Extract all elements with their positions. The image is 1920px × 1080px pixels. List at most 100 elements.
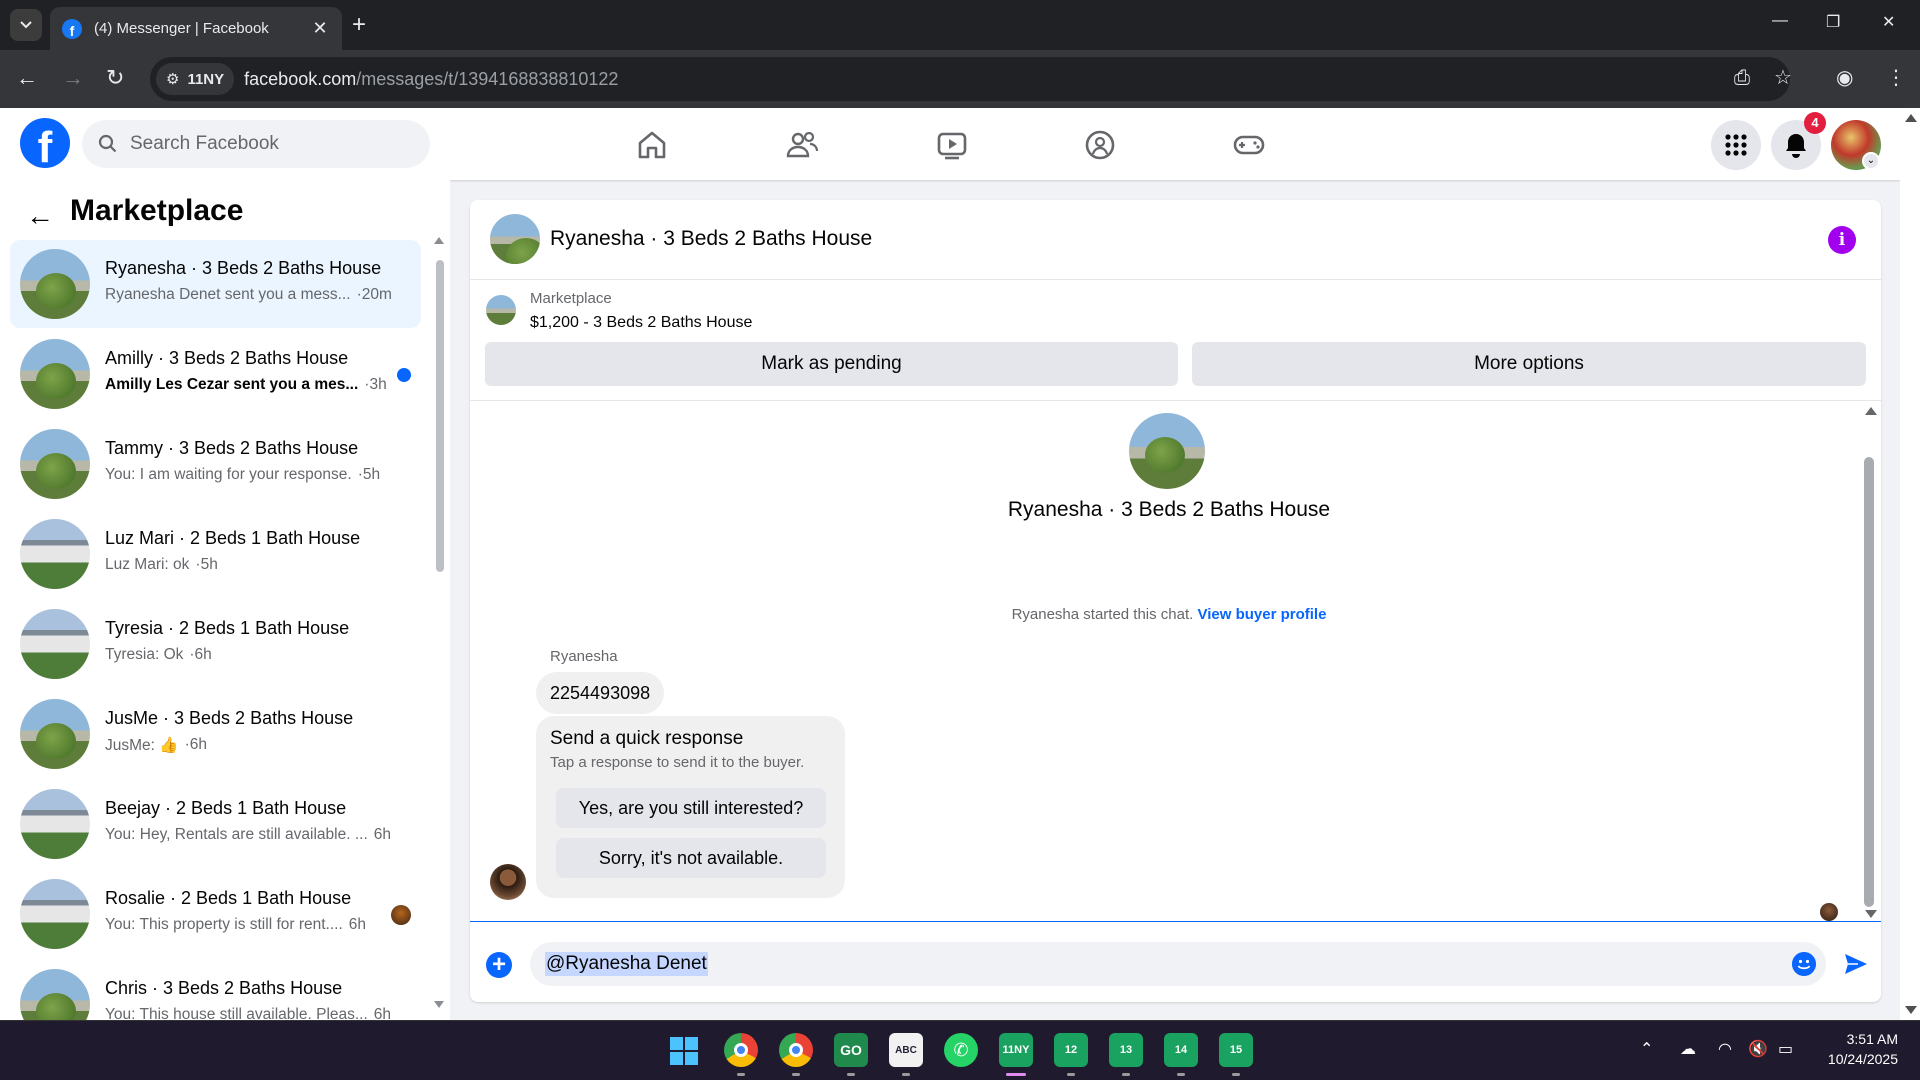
conversation-name: Amilly · 3 Beds 2 Baths House	[105, 348, 349, 368]
back-arrow-icon[interactable]: ←	[26, 200, 54, 232]
proxy-app-icon[interactable]: ABC	[889, 1033, 923, 1067]
snippet-text: JusMe: 👍	[105, 737, 179, 754]
active-app-indicator	[1006, 1073, 1026, 1076]
bookmark-star-icon[interactable]: ☆	[1774, 66, 1792, 90]
conversation-item[interactable]: Beejay · 2 Beds 1 Bath House You: Hey, R…	[10, 780, 421, 868]
chrome-profile-icon[interactable]	[779, 1033, 813, 1067]
page-scrollbar[interactable]	[1900, 108, 1920, 1020]
tray-overflow-chevron-icon[interactable]: ⌃	[1640, 1039, 1653, 1059]
conversation-item[interactable]: Chris · 3 Beds 2 Baths House You: This h…	[10, 960, 421, 1020]
chat-avatar[interactable]	[490, 214, 540, 264]
marketplace-sidebar: ← Marketplace Ryanesha · 3 Beds 2 Baths …	[0, 180, 450, 1020]
clock-date[interactable]: 10/24/2025	[1808, 1051, 1898, 1067]
browser-tab-bar: f (4) Messenger | Facebook ✕ + — ❐ ✕	[0, 0, 1920, 50]
restore-icon[interactable]: ❐	[1826, 12, 1840, 32]
home-icon[interactable]	[635, 128, 669, 162]
snippet-time: ·6h	[189, 646, 212, 663]
video-icon[interactable]	[935, 128, 969, 162]
conversation-avatar	[20, 519, 90, 589]
menu-grid-button[interactable]	[1711, 120, 1761, 170]
wifi-icon[interactable]: ◠	[1718, 1039, 1732, 1059]
conversation-item[interactable]: Ryanesha · 3 Beds 2 Baths House Ryanesha…	[10, 240, 421, 328]
site-info-chip[interactable]: ⚙ 11NY	[156, 63, 235, 95]
close-window-icon[interactable]: ✕	[1882, 12, 1895, 32]
windows-start-icon[interactable]	[669, 1036, 699, 1066]
conversation-item[interactable]: Rosalie · 2 Beds 1 Bath House You: This …	[10, 870, 421, 958]
address-bar[interactable]: ⚙ 11NY facebook.com/messages/t/139416883…	[150, 57, 1790, 101]
account-caret-icon[interactable]: ⌄	[1862, 152, 1880, 170]
gologin-icon[interactable]: GO	[834, 1033, 868, 1067]
taskbar-app-12[interactable]: 12	[1054, 1033, 1088, 1067]
chat-panel: Ryanesha · 3 Beds 2 Baths House i Market…	[470, 200, 1881, 1002]
forward-icon[interactable]: →	[62, 66, 84, 90]
conversation-name: Tammy · 3 Beds 2 Baths House	[105, 438, 359, 458]
facebook-header: f Search Facebook ⌄	[0, 108, 1900, 180]
whatsapp-icon[interactable]: ✆	[944, 1033, 978, 1067]
chrome-icon[interactable]	[724, 1033, 758, 1067]
minimize-icon[interactable]: —	[1772, 12, 1788, 30]
friends-icon[interactable]	[785, 128, 819, 162]
tab-title: (4) Messenger | Facebook	[94, 20, 269, 37]
conversation-avatar	[20, 609, 90, 679]
conversation-name: Chris · 3 Beds 2 Baths House	[105, 978, 343, 998]
conversation-snippet: You: This property is still for rent....…	[105, 916, 366, 934]
quick-response-interested-button[interactable]: Yes, are you still interested?	[556, 788, 826, 828]
conversation-snippet: You: I am waiting for your response. ·5h	[105, 466, 380, 484]
scroll-down-arrow-icon[interactable]	[1865, 910, 1877, 918]
more-options-button[interactable]: More options	[1192, 342, 1866, 386]
thread-scroll-thumb[interactable]	[1864, 457, 1874, 907]
sidebar-scroll-thumb[interactable]	[436, 260, 444, 572]
snippet-text: Ryanesha Denet sent you a mess...	[105, 286, 351, 303]
conversation-name: Ryanesha · 3 Beds 2 Baths House	[105, 258, 382, 278]
conversation-item[interactable]: Amilly · 3 Beds 2 Baths House Amilly Les…	[10, 330, 421, 418]
conversation-item[interactable]: JusMe · 3 Beds 2 Baths House JusMe: 👍 ·6h	[10, 690, 421, 778]
conversation-item[interactable]: Tyresia · 2 Beds 1 Bath House Tyresia: O…	[10, 600, 421, 688]
onedrive-icon[interactable]: ☁	[1680, 1039, 1696, 1059]
taskbar-app-15[interactable]: 15	[1219, 1033, 1253, 1067]
profile-icon[interactable]: ◉	[1836, 66, 1853, 90]
message-input[interactable]	[530, 942, 1826, 986]
snippet-time: 6h	[373, 1006, 392, 1020]
taskbar-app-13[interactable]: 13	[1109, 1033, 1143, 1067]
close-tab-icon[interactable]: ✕	[310, 18, 330, 39]
conversation-avatar	[20, 249, 90, 319]
gaming-icon[interactable]	[1232, 128, 1266, 162]
message-thread: Ryanesha · 3 Beds 2 Baths House Ryanesha…	[470, 402, 1881, 922]
search-input[interactable]: Search Facebook	[82, 120, 430, 168]
clock-time[interactable]: 3:51 AM	[1818, 1031, 1898, 1047]
listing-thumbnail[interactable]	[486, 295, 516, 325]
tab-search-button[interactable]	[10, 9, 42, 41]
url-text[interactable]: facebook.com/messages/t/1394168838810122	[244, 69, 618, 90]
plus-icon[interactable]: +	[486, 952, 512, 978]
taskbar-app-11ny[interactable]: 11NY	[999, 1033, 1033, 1067]
send-icon[interactable]	[1842, 950, 1870, 978]
snippet-time: ·3h	[364, 376, 387, 393]
scroll-up-arrow-icon[interactable]	[1865, 407, 1877, 415]
facebook-logo-icon[interactable]: f	[20, 118, 70, 168]
mark-as-pending-button[interactable]: Mark as pending	[485, 342, 1178, 386]
snippet-time: ·20m	[356, 286, 392, 303]
battery-icon[interactable]: ▭	[1778, 1039, 1793, 1059]
url-path: /messages/t/1394168838810122	[356, 68, 619, 89]
new-tab-button[interactable]: +	[352, 12, 366, 38]
volume-muted-icon[interactable]: 🔇	[1748, 1039, 1768, 1059]
message-bubble[interactable]: 2254493098	[536, 672, 665, 714]
view-buyer-profile-link[interactable]: View buyer profile	[1198, 606, 1327, 623]
taskbar-app-14[interactable]: 14	[1164, 1033, 1198, 1067]
emoji-icon[interactable]	[1792, 952, 1816, 976]
conversation-snippet: Tyresia: Ok ·6h	[105, 646, 212, 664]
bell-icon	[1786, 134, 1806, 158]
conversation-name: JusMe · 3 Beds 2 Baths House	[105, 708, 354, 728]
browser-tab[interactable]: f (4) Messenger | Facebook ✕	[50, 7, 342, 50]
conversation-item[interactable]: Luz Mari · 2 Beds 1 Bath House Luz Mari:…	[10, 510, 421, 598]
back-icon[interactable]: ←	[16, 66, 38, 90]
groups-icon[interactable]	[1083, 128, 1117, 162]
conversation-item[interactable]: Tammy · 3 Beds 2 Baths House You: I am w…	[10, 420, 421, 508]
reload-icon[interactable]: ↻	[106, 66, 124, 90]
info-icon[interactable]: i	[1828, 226, 1856, 254]
menu-kebab-icon[interactable]: ⋮	[1886, 66, 1906, 90]
chat-title[interactable]: Ryanesha · 3 Beds 2 Baths House	[550, 227, 872, 251]
quick-response-unavailable-button[interactable]: Sorry, it's not available.	[556, 838, 826, 878]
listing-title[interactable]: $1,200 - 3 Beds 2 Baths House	[530, 314, 752, 332]
install-app-icon[interactable]: ⎙	[1734, 66, 1750, 90]
